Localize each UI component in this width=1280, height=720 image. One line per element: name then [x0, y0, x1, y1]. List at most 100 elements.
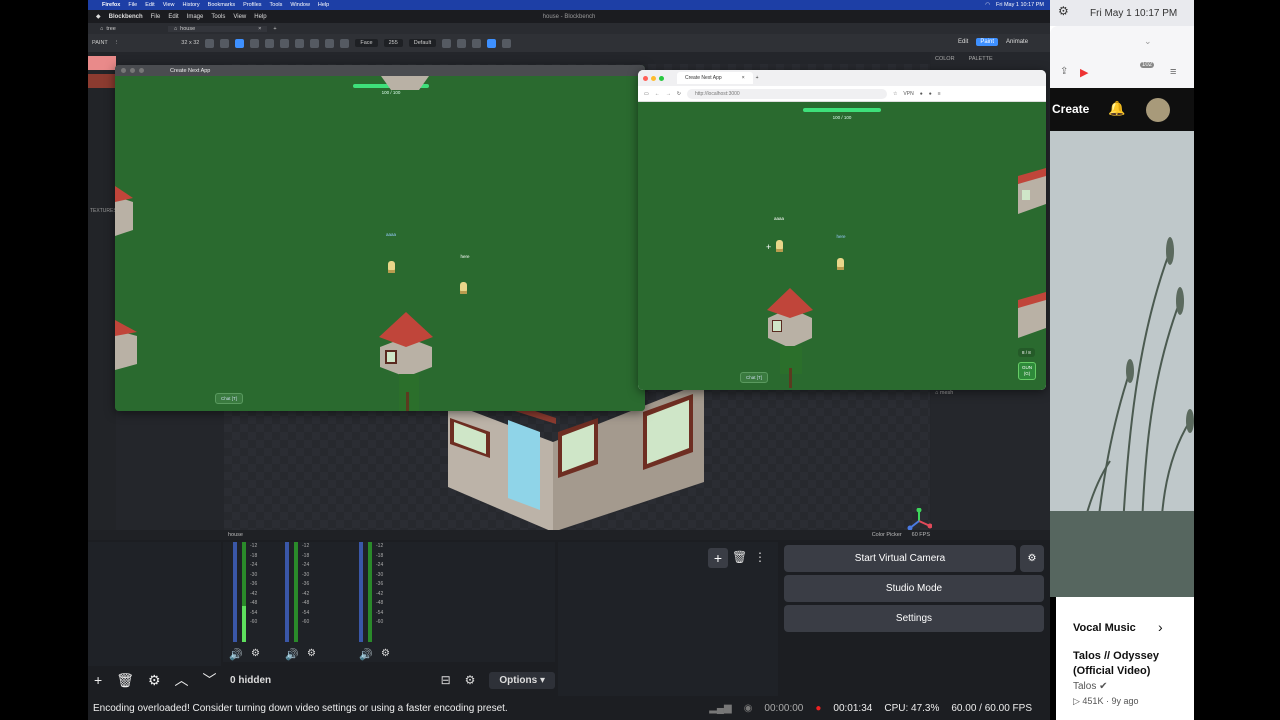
blend-mode-select[interactable]: Default — [408, 39, 437, 47]
menubar-item-view[interactable]: View — [163, 2, 175, 8]
tab-tree[interactable]: ⌂ tree — [94, 26, 122, 32]
menubar-item-history[interactable]: History — [183, 2, 200, 8]
bb-menu-help[interactable]: Help — [254, 14, 266, 20]
menu-icon[interactable]: ≡ — [938, 91, 941, 97]
chat-button[interactable]: Chat [T] — [740, 372, 769, 383]
studio-mode-button[interactable]: Studio Mode — [784, 575, 1044, 602]
channel-name[interactable]: Talos ✔ — [1073, 681, 1108, 692]
transform-icon[interactable] — [205, 38, 215, 48]
mode-animate[interactable]: Animate — [1002, 38, 1032, 46]
window-close-icon[interactable] — [121, 68, 126, 73]
menubar-item-tools[interactable]: Tools — [270, 2, 283, 8]
menubar-item-window[interactable]: Window — [290, 2, 310, 8]
share-icon[interactable]: ⇪ — [1060, 66, 1068, 77]
bb-menu-edit[interactable]: Edit — [168, 14, 178, 20]
audio-settings-icon[interactable]: ⚙ — [307, 648, 316, 659]
reload-icon[interactable]: ↻ — [677, 91, 681, 97]
gear-icon[interactable]: ⚙ — [148, 672, 161, 689]
shape-icon[interactable] — [295, 38, 305, 48]
menubar-item-profiles[interactable]: Profiles — [243, 2, 261, 8]
wifi-icon[interactable]: ◠ — [985, 2, 990, 8]
tile-icon[interactable] — [502, 38, 512, 48]
grid-icon[interactable] — [487, 38, 497, 48]
eyedropper-icon[interactable] — [280, 38, 290, 48]
chevron-up-icon[interactable]: ︿ — [175, 670, 189, 690]
trash-icon[interactable]: 🗑 — [732, 550, 747, 564]
window-minimize-icon[interactable] — [130, 68, 135, 73]
pixel-perfect-icon[interactable] — [472, 38, 482, 48]
bb-menu-view[interactable]: View — [233, 14, 246, 20]
more-icon[interactable]: ⋮ — [754, 550, 766, 564]
gradient-icon[interactable] — [310, 38, 320, 48]
menubar-clock[interactable]: Fri May 1 10:17 PM — [996, 2, 1044, 8]
browser-tab[interactable]: Create Next App × — [677, 72, 753, 84]
texture-swatch[interactable] — [88, 74, 116, 88]
new-tab-icon[interactable]: + — [756, 75, 759, 81]
bb-menu-tools[interactable]: Tools — [211, 14, 225, 20]
menubar-item-bookmarks[interactable]: Bookmarks — [208, 2, 236, 8]
gear-icon[interactable]: ⚙ — [1020, 545, 1044, 572]
mode-paint[interactable]: Paint — [976, 38, 999, 46]
game-canvas[interactable]: 100 / 100 aaaa + here Chat [T] 8 / 8 GUN… — [638, 102, 1046, 390]
chat-button[interactable]: Chat [T] — [215, 393, 244, 404]
menubar-app-name[interactable]: Firefox — [102, 2, 120, 8]
audio-settings-icon[interactable]: ⚙ — [381, 648, 390, 659]
close-icon[interactable]: × — [258, 26, 261, 32]
video-title[interactable]: Talos // Odyssey (Official Video) — [1073, 649, 1183, 679]
chevron-down-icon[interactable]: ⌄ — [1144, 36, 1152, 47]
vpn-button[interactable]: VPN — [903, 91, 913, 97]
close-icon[interactable]: × — [742, 75, 745, 81]
audio-settings-icon[interactable]: ⚙ — [251, 648, 260, 659]
sidebar-icon[interactable]: ▭ — [644, 91, 649, 97]
url-bar[interactable]: http://localhost:3000 — [686, 88, 887, 99]
trash-icon[interactable]: 🗑 — [116, 672, 134, 689]
video-player[interactable] — [1050, 131, 1194, 597]
window-zoom-icon[interactable] — [139, 68, 144, 73]
create-button[interactable]: Create — [1052, 102, 1089, 116]
brush-icon[interactable] — [220, 38, 230, 48]
palette-tab[interactable]: PALETTE — [969, 56, 993, 62]
texture-swatch[interactable] — [88, 56, 116, 70]
outliner-mesh-item[interactable]: ⌂ mesh — [935, 390, 953, 396]
game-canvas[interactable]: 100 / 100 aaaa here Chat [T] — [115, 76, 645, 411]
menu-icon[interactable]: ≡ — [1170, 66, 1176, 78]
menubar-item-help[interactable]: Help — [318, 2, 329, 8]
menu-dots-icon[interactable]: ⋮ — [114, 40, 120, 46]
bookmark-icon[interactable]: ☆ — [893, 91, 897, 97]
bb-menu-image[interactable]: Image — [187, 14, 204, 20]
window-minimize-icon[interactable] — [651, 75, 656, 81]
category-label[interactable]: Vocal Music — [1073, 622, 1136, 634]
window-close-icon[interactable] — [643, 75, 648, 81]
move-icon[interactable] — [340, 38, 350, 48]
layout-icon[interactable]: ⊟ — [441, 673, 451, 687]
pencil-tool-icon[interactable] — [235, 38, 245, 48]
mirror-icon[interactable] — [442, 38, 452, 48]
eraser-icon[interactable] — [250, 38, 260, 48]
fill-mode-select[interactable]: Face — [355, 39, 378, 47]
bell-icon[interactable]: 🔔 — [1108, 100, 1125, 117]
back-icon[interactable]: ← — [655, 91, 660, 97]
gun-button[interactable]: GUN (G) — [1018, 362, 1036, 380]
selection-icon[interactable] — [325, 38, 335, 48]
extension-icon[interactable]: ● — [929, 91, 932, 97]
start-virtual-camera-button[interactable]: Start Virtual Camera — [784, 545, 1016, 572]
advanced-audio-icon[interactable]: ⚙ — [465, 673, 476, 687]
menubar-item-file[interactable]: File — [128, 2, 137, 8]
options-button[interactable]: Options ▾ — [489, 671, 555, 689]
control-center-icon[interactable]: ⚙ — [1058, 4, 1069, 18]
lock-alpha-icon[interactable] — [457, 38, 467, 48]
volume-icon[interactable]: 🔊 — [359, 648, 373, 661]
volume-icon[interactable]: 🔊 — [229, 648, 243, 661]
mode-edit[interactable]: Edit — [954, 38, 972, 46]
avatar[interactable] — [1146, 98, 1170, 122]
youtube-play-icon[interactable]: ▶ — [1080, 66, 1088, 79]
chevron-right-icon[interactable]: › — [1158, 619, 1163, 635]
add-icon[interactable]: + — [94, 672, 102, 688]
tab-house[interactable]: ⌂ house × — [167, 25, 268, 32]
settings-button[interactable]: Settings — [784, 605, 1044, 632]
fill-icon[interactable] — [265, 38, 275, 48]
color-tab[interactable]: COLOR — [935, 56, 955, 62]
menubar-item-edit[interactable]: Edit — [145, 2, 154, 8]
window-zoom-icon[interactable] — [659, 75, 664, 81]
volume-icon[interactable]: 🔊 — [285, 648, 299, 661]
